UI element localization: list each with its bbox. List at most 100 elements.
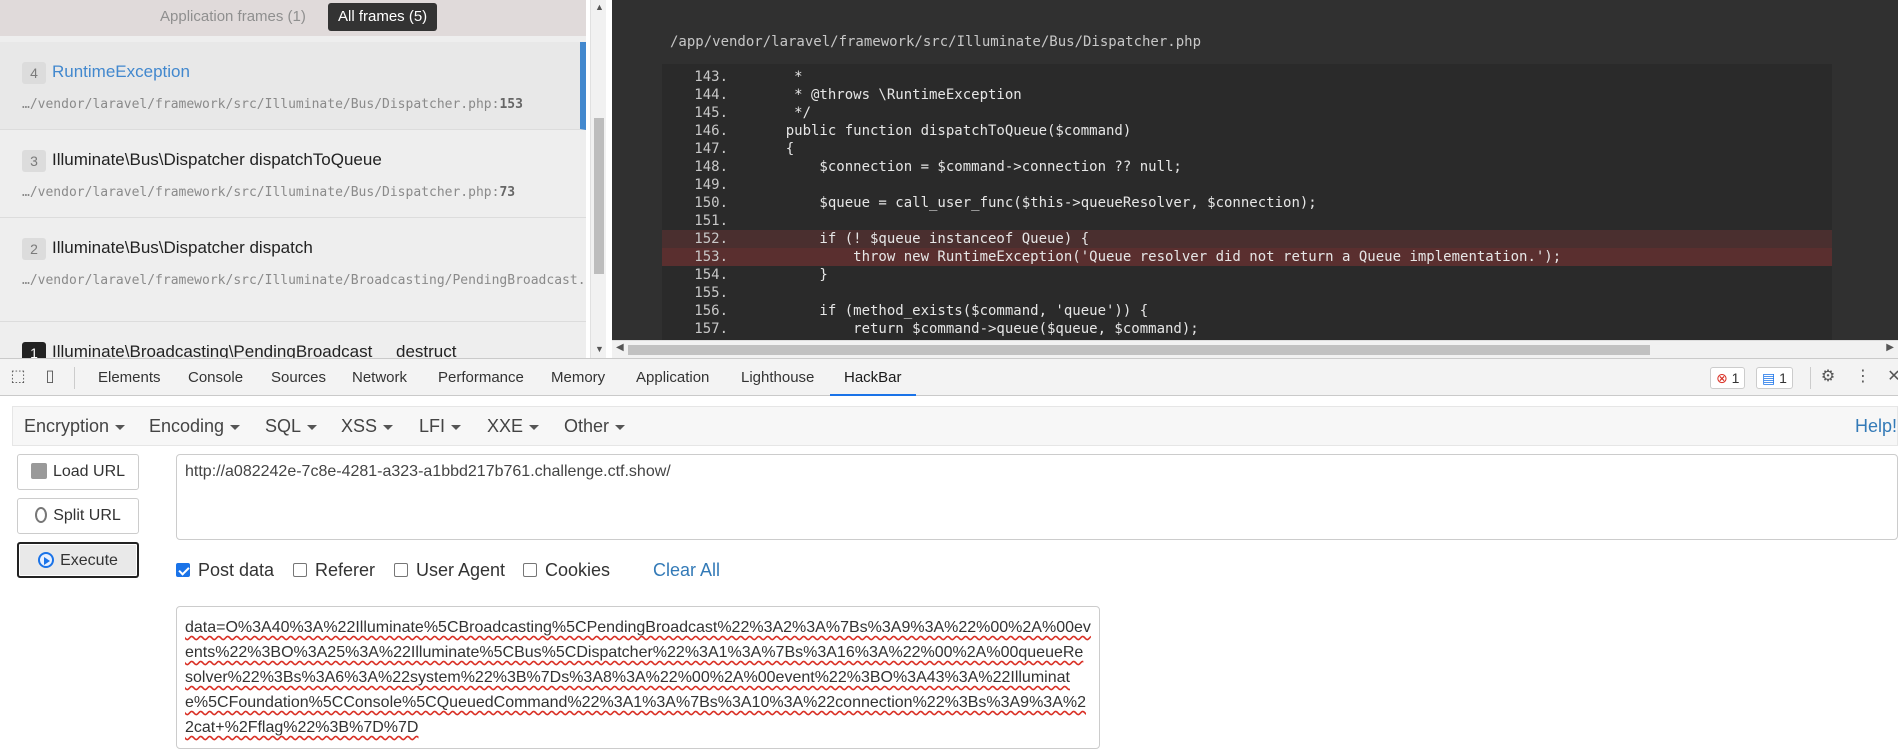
menu-sql[interactable]: SQL xyxy=(265,416,318,437)
checkbox-checked-icon xyxy=(176,563,190,577)
scissors-icon xyxy=(35,507,48,523)
scrollbar-thumb[interactable] xyxy=(594,118,604,274)
code-horizontal-scrollbar[interactable]: ◀ ▶ xyxy=(612,340,1898,358)
code-line: 146. public function dispatchToQueue($co… xyxy=(662,122,1832,140)
frame-class: Illuminate\Bus\Dispatcher dispatchToQueu… xyxy=(52,150,382,169)
line-number: 151. xyxy=(694,213,728,229)
code-text: public function dispatchToQueue($command… xyxy=(752,123,1132,139)
help-link[interactable]: Help! xyxy=(1855,416,1897,437)
tab-performance[interactable]: Performance xyxy=(438,359,524,396)
user-agent-checkbox[interactable]: User Agent xyxy=(394,560,505,581)
tab-network[interactable]: Network xyxy=(352,359,407,396)
frames-scrollbar[interactable]: ▲ ▼ xyxy=(590,0,606,358)
line-number: 149. xyxy=(694,177,728,193)
device-toolbar-icon[interactable]: ▯ xyxy=(40,367,60,387)
frame-file: …/vendor/laravel/framework/src/Illuminat… xyxy=(22,273,586,288)
line-number: 148. xyxy=(694,159,728,175)
menu-lfi[interactable]: LFI xyxy=(419,416,462,437)
code-line: 153. throw new RuntimeException('Queue r… xyxy=(662,248,1832,266)
message-count-badge[interactable]: ▤ 1 xyxy=(1756,367,1793,389)
scroll-down-arrow-icon[interactable]: ▼ xyxy=(595,344,604,354)
close-icon[interactable]: ✕ xyxy=(1884,367,1898,387)
load-icon xyxy=(30,463,47,479)
error-count-badge[interactable]: ⊗ 1 xyxy=(1710,367,1746,389)
code-line: 154. } xyxy=(662,266,1832,284)
code-line: 143. * xyxy=(662,68,1832,86)
frame-index: 2 xyxy=(22,238,46,260)
gear-icon[interactable]: ⚙ xyxy=(1818,367,1838,387)
inspect-element-icon[interactable]: ⬚ xyxy=(8,367,28,387)
code-text: throw new RuntimeException('Queue resolv… xyxy=(752,249,1562,265)
code-line: 155. xyxy=(662,284,1832,302)
tab-hackbar[interactable]: HackBar xyxy=(830,359,916,396)
code-line: 147. { xyxy=(662,140,1832,158)
chevron-down-icon xyxy=(115,424,126,430)
chevron-down-icon xyxy=(383,424,394,430)
frame-item[interactable]: 1 Illuminate\Broadcasting\PendingBroadca… xyxy=(0,322,586,358)
line-number: 150. xyxy=(694,195,728,211)
chevron-down-icon xyxy=(307,424,318,430)
error-page: Application frames (1) All frames (5) 4 … xyxy=(0,0,1898,358)
code-file-path: /app/vendor/laravel/framework/src/Illumi… xyxy=(670,34,1202,50)
tab-application[interactable]: Application xyxy=(636,359,709,396)
code-lines: 143. * 144. * @throws \RuntimeException 14… xyxy=(662,68,1832,338)
menu-xss[interactable]: XSS xyxy=(341,416,394,437)
code-text: if (method_exists($command, 'queue')) { xyxy=(752,303,1149,319)
code-text: */ xyxy=(752,105,812,121)
code-text: * xyxy=(752,69,803,85)
line-number: 154. xyxy=(694,267,728,283)
frame-item[interactable]: 4 RuntimeException …/vendor/laravel/fram… xyxy=(0,42,586,130)
code-text: * @throws \RuntimeException xyxy=(752,87,1022,103)
toolbar-divider xyxy=(1810,367,1811,389)
frame-index: 3 xyxy=(22,150,46,172)
frame-file: …/vendor/laravel/framework/src/Illuminat… xyxy=(22,185,516,200)
message-icon: ▤ xyxy=(1762,370,1776,386)
frame-filter-bar: Application frames (1) All frames (5) xyxy=(0,0,586,36)
frame-item[interactable]: 3 Illuminate\Bus\Dispatcher dispatchToQu… xyxy=(0,130,586,218)
execute-button[interactable]: Execute xyxy=(17,542,139,578)
chevron-down-icon xyxy=(451,424,462,430)
tab-sources[interactable]: Sources xyxy=(271,359,326,396)
menu-xxe[interactable]: XXE xyxy=(487,416,540,437)
cookies-checkbox[interactable]: Cookies xyxy=(523,560,610,581)
url-textarea[interactable]: http://a082242e-7c8e-4281-a323-a1bbd217b… xyxy=(176,454,1898,540)
menu-encryption[interactable]: Encryption xyxy=(24,416,126,437)
tab-lighthouse[interactable]: Lighthouse xyxy=(741,359,814,396)
frame-item[interactable]: 2 Illuminate\Bus\Dispatcher dispatch …/v… xyxy=(0,218,586,322)
referer-checkbox[interactable]: Referer xyxy=(293,560,375,581)
line-number: 143. xyxy=(694,69,728,85)
scroll-right-arrow-icon[interactable]: ▶ xyxy=(1886,342,1894,353)
scroll-up-arrow-icon[interactable]: ▲ xyxy=(595,2,604,12)
scrollbar-thumb[interactable] xyxy=(628,345,1650,355)
load-url-button[interactable]: Load URL xyxy=(17,454,139,490)
tab-memory[interactable]: Memory xyxy=(551,359,605,396)
checkbox-icon xyxy=(293,563,307,577)
line-number: 146. xyxy=(694,123,728,139)
scroll-left-arrow-icon[interactable]: ◀ xyxy=(616,342,624,353)
menu-encoding[interactable]: Encoding xyxy=(149,416,241,437)
checkbox-icon xyxy=(394,563,408,577)
code-line: 149. xyxy=(662,176,1832,194)
post-data-textarea[interactable]: data=O%3A40%3A%22Illuminate%5CBroadcasti… xyxy=(176,606,1100,749)
toolbar-divider xyxy=(74,367,75,389)
tab-elements[interactable]: Elements xyxy=(98,359,161,396)
code-text: { xyxy=(752,141,795,157)
tab-console[interactable]: Console xyxy=(188,359,243,396)
code-line: 152. if (! $queue instanceof Queue) { xyxy=(662,230,1832,248)
line-number: 152. xyxy=(694,231,728,247)
menu-other[interactable]: Other xyxy=(564,416,626,437)
more-options-icon[interactable]: ⋮ xyxy=(1853,367,1873,387)
code-text: $queue = call_user_func($this->queueReso… xyxy=(752,195,1317,211)
post-data-checkbox[interactable]: Post data xyxy=(176,560,274,581)
clear-all-link[interactable]: Clear All xyxy=(653,560,720,581)
frame-class: RuntimeException xyxy=(52,62,190,81)
devtools-toolbar: ⬚ ▯ Elements Console Sources Network Per… xyxy=(0,358,1898,396)
tab-all-frames[interactable]: All frames (5) xyxy=(328,3,438,31)
chevron-down-icon xyxy=(230,424,241,430)
split-url-button[interactable]: Split URL xyxy=(17,498,139,534)
tab-application-frames[interactable]: Application frames (1) xyxy=(160,3,306,31)
line-number: 157. xyxy=(694,321,728,337)
code-block: 143. * 144. * @throws \RuntimeException 14… xyxy=(662,64,1832,340)
frame-file: …/vendor/laravel/framework/src/Illuminat… xyxy=(22,97,523,112)
frame-index: 1 xyxy=(22,342,46,358)
